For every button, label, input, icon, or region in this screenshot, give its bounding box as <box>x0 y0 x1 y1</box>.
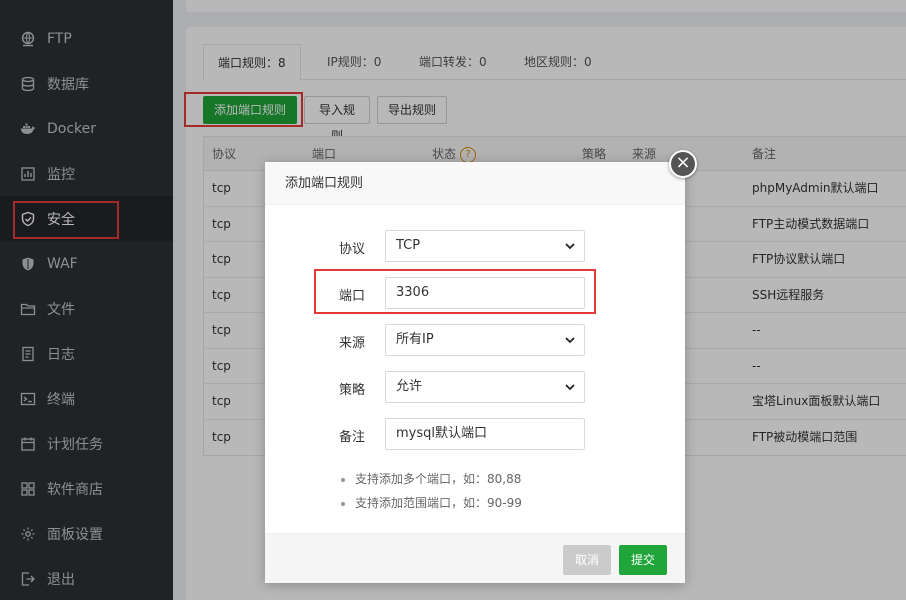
source-value: 所有IP <box>396 332 434 347</box>
policy-label: 策略 <box>338 383 365 398</box>
source-label: 来源 <box>338 336 365 351</box>
chevron-down-icon <box>565 243 575 250</box>
source-select[interactable]: 所有IP <box>385 324 585 356</box>
add-port-rule-dialog: 添加端口规则 协议 TCP 端口 3306 来源 所有IP 策略 允许 备注 m… <box>265 162 685 583</box>
policy-select[interactable]: 允许 <box>385 371 585 403</box>
bullet-icon <box>341 501 345 506</box>
dialog-title: 添加端口规则 <box>285 176 364 191</box>
chevron-down-icon <box>565 384 575 391</box>
bullet-icon <box>341 477 345 482</box>
tip-text: 支持添加范围端口，如：90-99 <box>355 496 522 510</box>
chevron-down-icon <box>565 337 575 344</box>
protocol-select[interactable]: TCP <box>385 230 585 262</box>
tip-item: 支持添加范围端口，如：90-99 <box>341 494 522 511</box>
dialog-header: 添加端口规则 <box>265 162 685 205</box>
tip-text: 支持添加多个端口，如：80,88 <box>355 472 522 486</box>
tip-item: 支持添加多个端口，如：80,88 <box>341 470 521 487</box>
port-input[interactable]: 3306 <box>385 277 585 309</box>
remark-input[interactable]: mysql默认端口 <box>385 418 585 450</box>
protocol-value: TCP <box>396 238 421 253</box>
remark-label: 备注 <box>338 430 365 445</box>
port-label: 端口 <box>338 289 365 304</box>
submit-button[interactable]: 提交 <box>619 545 667 575</box>
dialog-footer: 取消 提交 <box>265 533 685 583</box>
policy-value: 允许 <box>396 379 423 394</box>
cancel-button[interactable]: 取消 <box>563 545 611 575</box>
protocol-label: 协议 <box>338 242 365 257</box>
close-icon[interactable]: × <box>669 150 697 178</box>
